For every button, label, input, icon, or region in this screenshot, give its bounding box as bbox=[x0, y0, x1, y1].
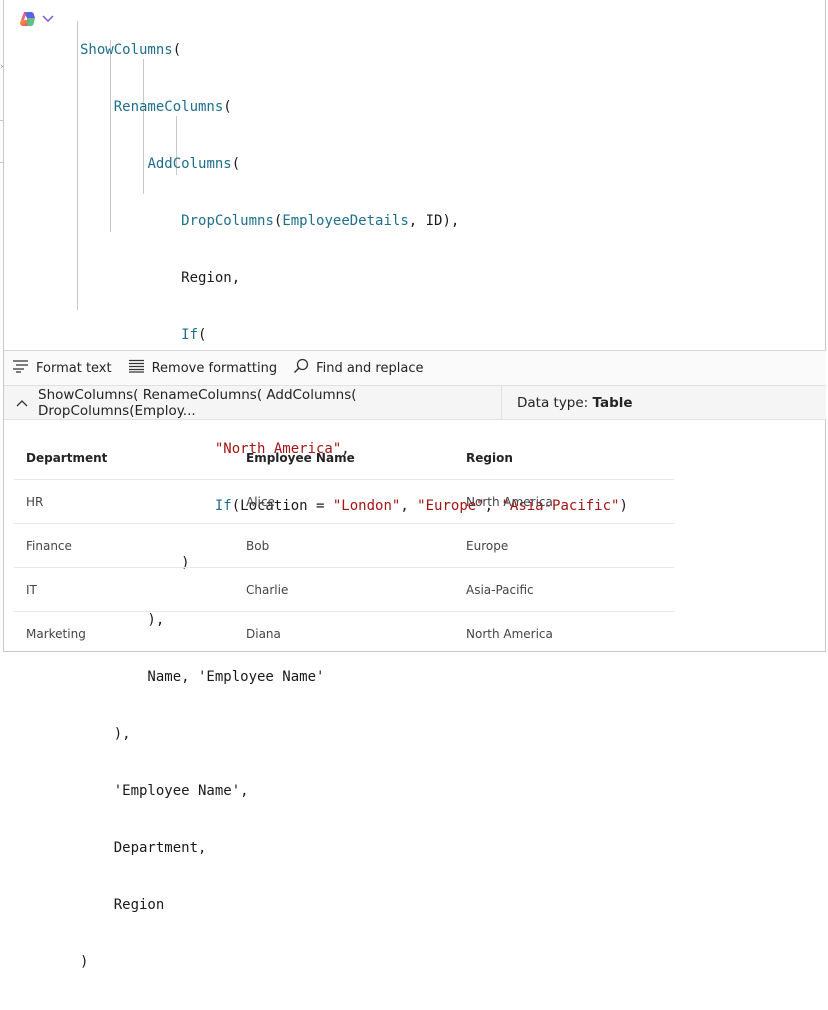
code-line: If( bbox=[181, 327, 207, 343]
find-replace-button[interactable]: Find and replace bbox=[293, 358, 423, 378]
remove-formatting-button[interactable]: Remove formatting bbox=[128, 359, 277, 377]
editor-toolbar: Format text Remove formatting Find and r… bbox=[4, 350, 826, 386]
code-token: EmployeeDetails bbox=[282, 213, 409, 229]
table-row: HR Alice North America bbox=[14, 480, 674, 524]
code-line: Region bbox=[80, 897, 165, 913]
table-cell: Bob bbox=[246, 538, 270, 553]
table-cell: Charlie bbox=[246, 582, 289, 597]
table-cell: North America bbox=[466, 626, 553, 641]
code-line: DropColumns(EmployeeDetails, ID), bbox=[181, 213, 460, 229]
table-cell: Finance bbox=[26, 538, 72, 553]
table-header-row: Department Employee Name Region bbox=[14, 436, 674, 480]
table-cell: IT bbox=[26, 582, 37, 597]
data-type-value: Table bbox=[592, 394, 633, 411]
code-line: Name, 'Employee Name' bbox=[80, 669, 325, 685]
data-type-indicator: Data type: Table bbox=[502, 395, 633, 411]
code-token: DropColumns bbox=[181, 213, 274, 229]
result-table: Department Employee Name Region HR Alice… bbox=[14, 436, 674, 655]
code-line: 'Employee Name', bbox=[80, 783, 249, 799]
search-icon bbox=[293, 358, 309, 378]
column-header: Employee Name bbox=[246, 450, 355, 465]
table-row: IT Charlie Asia-Pacific bbox=[14, 568, 674, 612]
code-line: Department, bbox=[80, 840, 207, 856]
code-line: AddColumns( bbox=[147, 156, 241, 172]
table-row: Finance Bob Europe bbox=[14, 524, 674, 568]
column-header: Region bbox=[466, 450, 513, 465]
formula-preview-toggle[interactable]: ShowColumns( RenameColumns( AddColumns( … bbox=[4, 386, 502, 419]
code-line: ), bbox=[80, 726, 131, 742]
indent-guide bbox=[77, 21, 78, 310]
code-token: AddColumns bbox=[147, 156, 232, 172]
chevron-down-icon bbox=[42, 15, 54, 23]
table-cell: HR bbox=[26, 494, 44, 509]
formula-summary-bar: ShowColumns( RenameColumns( AddColumns( … bbox=[4, 386, 826, 420]
code-line: RenameColumns( bbox=[113, 99, 232, 115]
code-token: If bbox=[181, 327, 199, 343]
code-line: Region, bbox=[80, 270, 241, 286]
table-cell: North America bbox=[466, 494, 553, 509]
remove-formatting-label: Remove formatting bbox=[151, 360, 278, 376]
find-replace-label: Find and replace bbox=[316, 360, 424, 376]
formula-preview-text: ShowColumns( RenameColumns( AddColumns( … bbox=[38, 386, 357, 419]
format-text-button[interactable]: Format text bbox=[12, 359, 112, 377]
table-cell: Diana bbox=[246, 626, 281, 641]
data-type-label: Data type: bbox=[517, 394, 589, 411]
chevron-up-icon bbox=[16, 395, 28, 411]
copilot-icon bbox=[18, 9, 38, 29]
copilot-button[interactable] bbox=[18, 8, 60, 30]
column-header: Department bbox=[26, 450, 108, 465]
table-cell: Alice bbox=[246, 494, 275, 509]
table-cell: Europe bbox=[466, 538, 509, 553]
table-cell: Marketing bbox=[26, 626, 86, 641]
table-row: Marketing Diana North America bbox=[14, 612, 674, 655]
code-line: ShowColumns( bbox=[80, 42, 182, 58]
code-editor[interactable]: ShowColumns( RenameColumns( AddColumns( … bbox=[4, 0, 826, 970]
remove-formatting-icon bbox=[128, 359, 145, 377]
format-text-label: Format text bbox=[36, 360, 112, 376]
code-line: ) bbox=[80, 954, 89, 970]
code-token: ShowColumns bbox=[80, 42, 173, 58]
table-cell: Asia-Pacific bbox=[466, 582, 534, 597]
format-text-icon bbox=[12, 359, 29, 377]
code-token: RenameColumns bbox=[113, 99, 224, 115]
